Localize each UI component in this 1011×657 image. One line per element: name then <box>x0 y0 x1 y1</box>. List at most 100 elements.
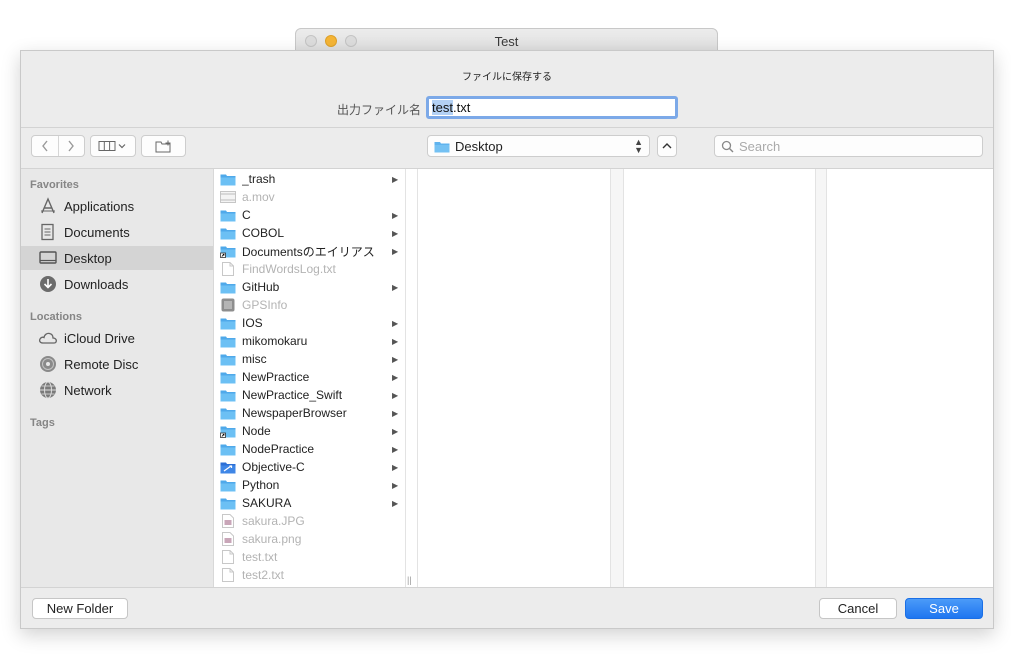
cancel-button[interactable]: Cancel <box>819 598 897 619</box>
file-row[interactable]: GitHub ▶ <box>214 278 405 296</box>
search-input[interactable]: Search <box>714 135 983 157</box>
alias-folder-icon <box>220 424 236 438</box>
file-row[interactable]: sakura.JPG <box>214 512 405 530</box>
sidebar-item-desktop[interactable]: Desktop <box>21 246 213 270</box>
file-name: GPSInfo <box>242 298 288 312</box>
folder-icon <box>220 208 236 222</box>
file-row[interactable]: NewspaperBrowser ▶ <box>214 404 405 422</box>
save-sheet: ファイルに保存する 出力ファイル名 test.txt Desktop ▲ ▼ S… <box>20 50 994 629</box>
file-browser: _trash ▶ a.mov C ▶ COBOL ▶ Documentsのエイリアス ▶ Find… <box>213 169 993 587</box>
file-row[interactable]: _trash ▶ <box>214 170 405 188</box>
column-view-icon <box>98 141 126 151</box>
sidebar-item-icloud-drive[interactable]: iCloud Drive <box>21 326 213 350</box>
file-name: Documentsのエイリアス <box>242 244 375 259</box>
file-row[interactable]: Documentsのエイリアス ▶ <box>214 242 405 260</box>
file-column: _trash ▶ a.mov C ▶ COBOL ▶ Documentsのエイリアス ▶ Find… <box>214 169 405 587</box>
navigation-buttons <box>31 135 85 157</box>
file-name: mikomokaru <box>242 334 308 348</box>
divider <box>21 127 993 128</box>
file-row[interactable]: misc ▶ <box>214 350 405 368</box>
file-row[interactable]: NodePractice ▶ <box>214 440 405 458</box>
file-name: GitHub <box>242 280 280 294</box>
folder-icon <box>220 172 236 186</box>
sidebar-item-label: Documents <box>64 224 130 240</box>
new-folder-button[interactable]: New Folder <box>32 598 128 619</box>
file-name: IOS <box>242 316 263 330</box>
network-icon <box>38 381 58 399</box>
disclosure-arrow-icon: ▶ <box>392 444 399 454</box>
cloud-icon <box>38 329 58 347</box>
collapse-button[interactable] <box>657 135 677 157</box>
file-row[interactable]: Python ▶ <box>214 476 405 494</box>
toolbar-new-folder-button[interactable] <box>141 135 186 157</box>
filename-selected-text: test <box>432 100 453 115</box>
sidebar-item-remote-disc[interactable]: Remote Disc <box>21 352 213 376</box>
file-name: C <box>242 208 251 222</box>
sidebar-item-documents[interactable]: Documents <box>21 220 213 244</box>
save-button[interactable]: Save <box>905 598 983 619</box>
folder-icon <box>220 478 236 492</box>
file-row[interactable]: GPSInfo <box>214 296 405 314</box>
file-name: a.mov <box>242 190 275 204</box>
disclosure-arrow-icon: ▶ <box>392 282 399 292</box>
sidebar: Favorites Applications Documents Desktop… <box>21 169 213 587</box>
sidebar-item-downloads[interactable]: Downloads <box>21 272 213 296</box>
desktop-folder-icon <box>434 141 450 152</box>
file-row[interactable]: mikomokaru ▶ <box>214 332 405 350</box>
view-mode-button[interactable] <box>90 135 136 157</box>
file-row[interactable]: test.txt <box>214 548 405 566</box>
sidebar-item-network[interactable]: Network <box>21 378 213 402</box>
new-folder-icon <box>155 140 170 152</box>
forward-button[interactable] <box>57 136 85 156</box>
file-name: COBOL <box>242 226 285 240</box>
file-row[interactable]: FindWordsLog.txt <box>214 260 405 278</box>
disc-icon <box>38 355 58 373</box>
image-file-icon <box>220 514 236 528</box>
file-name: Python <box>242 478 280 492</box>
folder-icon <box>220 334 236 348</box>
file-row[interactable]: Node ▶ <box>214 422 405 440</box>
file-name: _trash <box>242 172 276 186</box>
popup-arrows-icon: ▲ ▼ <box>634 137 643 155</box>
file-name: sakura.JPG <box>242 514 305 528</box>
file-row[interactable]: sakura.png <box>214 530 405 548</box>
search-icon <box>721 140 734 152</box>
text-file-icon <box>220 262 236 276</box>
location-popup[interactable]: Desktop ▲ ▼ <box>427 135 650 157</box>
xcode-folder-icon <box>220 460 236 474</box>
locations-heading: Locations <box>30 311 82 323</box>
disclosure-arrow-icon: ▶ <box>392 408 399 418</box>
text-file-icon <box>220 568 236 582</box>
tags-heading: Tags <box>30 417 55 429</box>
file-row[interactable]: a.mov <box>214 188 405 206</box>
column-resize-handle[interactable]: || <box>407 575 412 585</box>
sidebar-item-label: Desktop <box>64 250 112 266</box>
window-title: Test <box>494 34 519 49</box>
file-row[interactable]: Objective-C ▶ <box>214 458 405 476</box>
file-row[interactable]: test2.txt <box>214 566 405 584</box>
search-placeholder: Search <box>739 138 781 154</box>
file-name: FindWordsLog.txt <box>242 262 336 276</box>
disclosure-arrow-icon: ▶ <box>392 462 399 472</box>
file-row[interactable]: C ▶ <box>214 206 405 224</box>
back-button[interactable] <box>32 136 58 156</box>
location-label: Desktop <box>455 138 503 154</box>
file-row[interactable]: COBOL ▶ <box>214 224 405 242</box>
file-name: Node <box>242 424 271 438</box>
folder-icon <box>220 280 236 294</box>
file-row[interactable]: SAKURA ▶ <box>214 494 405 512</box>
column-gap <box>816 169 826 587</box>
disclosure-arrow-icon: ▶ <box>392 372 399 382</box>
desktop-icon <box>38 249 58 267</box>
file-row[interactable]: NewPractice ▶ <box>214 368 405 386</box>
file-row[interactable]: NewPractice_Swift ▶ <box>214 386 405 404</box>
sheet-message: ファイルに保存する <box>462 72 552 83</box>
sidebar-item-label: iCloud Drive <box>64 330 135 346</box>
file-name: SAKURA <box>242 496 292 510</box>
chevron-right-icon <box>68 140 75 152</box>
sidebar-item-applications[interactable]: Applications <box>21 194 213 218</box>
column-separator[interactable] <box>405 169 406 587</box>
filename-input[interactable]: test.txt <box>426 96 678 119</box>
folder-icon <box>220 442 236 456</box>
file-row[interactable]: IOS ▶ <box>214 314 405 332</box>
